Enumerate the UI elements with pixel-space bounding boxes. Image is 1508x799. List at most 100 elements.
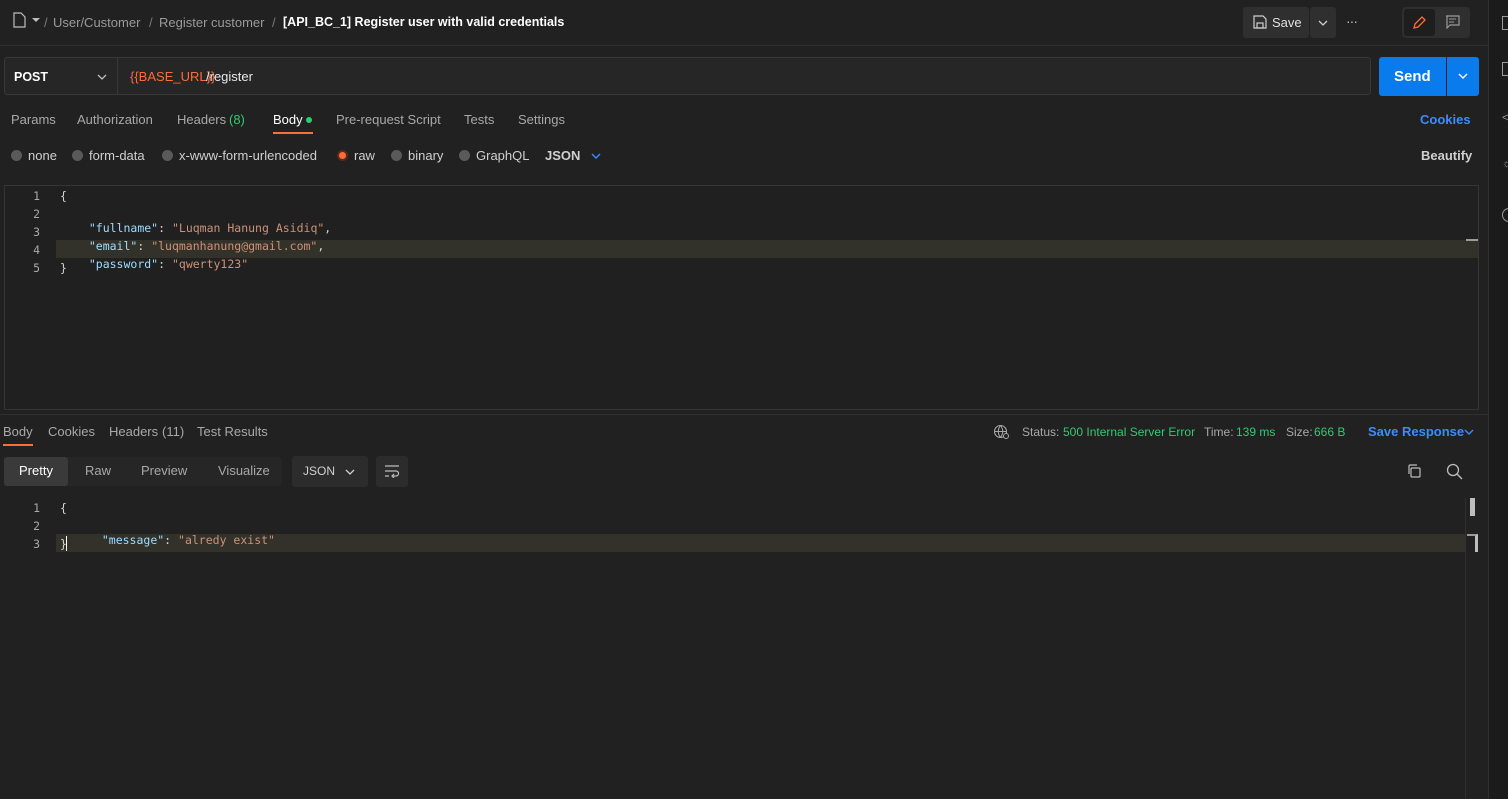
option-urlencoded-label[interactable]: x-www-form-urlencoded xyxy=(179,148,317,163)
body-modified-dot xyxy=(306,117,312,123)
response-format-label: JSON xyxy=(303,464,336,478)
request-title[interactable]: [API_BC_1] Register user with valid cred… xyxy=(283,15,564,29)
send-options-button[interactable] xyxy=(1447,57,1479,96)
line-number: 1 xyxy=(33,501,40,515)
radio-none[interactable] xyxy=(11,150,22,161)
tab-settings[interactable]: Settings xyxy=(518,112,565,127)
json-value: "alredy exist" xyxy=(178,533,275,547)
breadcrumb-collection[interactable]: User/Customer xyxy=(53,15,140,30)
json-open-brace: { xyxy=(60,501,67,515)
option-form-data-label[interactable]: form-data xyxy=(89,148,145,163)
tab-pre-request-script[interactable]: Pre-request Script xyxy=(336,112,441,127)
settings-icon[interactable]: ☼ xyxy=(1502,158,1508,172)
info-icon[interactable] xyxy=(1502,62,1508,76)
option-raw-label[interactable]: raw xyxy=(354,148,375,163)
globe-icon[interactable] xyxy=(993,424,1010,440)
tab-params[interactable]: Params xyxy=(11,112,56,127)
tab-body[interactable]: Body xyxy=(273,112,303,127)
json-close-brace: } xyxy=(60,261,67,275)
collection-request-icon[interactable] xyxy=(12,12,40,28)
view-tab-raw[interactable]: Raw xyxy=(85,463,111,478)
wrap-lines-button[interactable] xyxy=(376,456,408,487)
comment-icon xyxy=(1446,15,1460,29)
response-tab-body[interactable]: Body xyxy=(3,424,33,439)
documentation-icon[interactable] xyxy=(1502,16,1508,30)
wrap-icon xyxy=(385,465,400,478)
text-cursor xyxy=(66,536,67,551)
radio-form-data[interactable] xyxy=(72,150,83,161)
chevron-down-icon xyxy=(1318,20,1328,26)
radio-graphql[interactable] xyxy=(459,150,470,161)
tab-tests[interactable]: Tests xyxy=(464,112,494,127)
json-key: "password" xyxy=(88,257,159,271)
view-tab-preview[interactable]: Preview xyxy=(141,463,187,478)
line-number: 5 xyxy=(33,261,40,275)
method-select[interactable]: POST xyxy=(4,57,118,95)
pane-divider[interactable] xyxy=(0,414,1488,415)
line-number: 3 xyxy=(33,225,40,239)
response-tab-headers[interactable]: Headers xyxy=(109,424,158,439)
json-comma: , xyxy=(317,239,325,253)
send-button[interactable]: Send xyxy=(1379,57,1446,96)
status-value[interactable]: 500 Internal Server Error xyxy=(1063,425,1195,439)
save-label: Save xyxy=(1272,15,1302,30)
edit-mode-button[interactable] xyxy=(1404,9,1435,36)
radio-binary[interactable] xyxy=(391,150,402,161)
chevron-down-icon[interactable] xyxy=(591,152,601,160)
send-label: Send xyxy=(1394,68,1431,85)
tab-authorization[interactable]: Authorization xyxy=(77,112,153,127)
size-value[interactable]: 666 B xyxy=(1314,425,1345,439)
chevron-down-icon[interactable] xyxy=(1464,428,1474,436)
response-format-select[interactable]: JSON xyxy=(292,456,368,487)
more-actions-button[interactable]: ··· xyxy=(1346,10,1374,36)
radio-raw[interactable] xyxy=(337,150,348,161)
json-open-brace: { xyxy=(60,189,67,203)
json-line-password: "password": "qwerty123" xyxy=(88,257,249,271)
code-icon[interactable]: < xyxy=(1502,112,1508,126)
time-label: Time: xyxy=(1204,425,1234,439)
line-number: 3 xyxy=(33,537,40,551)
breadcrumb-separator: / xyxy=(44,15,48,30)
save-button[interactable]: Save xyxy=(1243,7,1309,38)
beautify-button[interactable]: Beautify xyxy=(1421,148,1472,163)
json-comma: , xyxy=(324,221,332,235)
headers-count: (8) xyxy=(229,112,245,127)
line-number: 2 xyxy=(33,207,40,221)
radio-urlencoded[interactable] xyxy=(162,150,173,161)
tab-headers[interactable]: Headers xyxy=(177,112,226,127)
method-label: POST xyxy=(14,70,49,84)
breadcrumb-separator: / xyxy=(272,15,276,30)
chevron-down-icon xyxy=(97,74,107,80)
status-label: Status: xyxy=(1022,425,1060,439)
view-tab-pretty[interactable]: Pretty xyxy=(4,457,68,486)
search-icon[interactable] xyxy=(1446,463,1463,480)
json-value: "qwerty123" xyxy=(171,257,249,271)
view-tab-visualize[interactable]: Visualize xyxy=(218,463,270,478)
copy-icon[interactable] xyxy=(1406,463,1422,479)
breadcrumb-separator: / xyxy=(149,15,153,30)
response-tab-cookies[interactable]: Cookies xyxy=(48,424,95,439)
json-key: "message" xyxy=(101,533,165,547)
chevron-down-icon xyxy=(345,469,355,475)
line-number: 4 xyxy=(33,243,40,257)
pretty-label: Pretty xyxy=(19,463,53,478)
url-input[interactable]: {{BASE_URL}} /register xyxy=(118,57,1371,95)
active-tab-indicator xyxy=(3,444,33,446)
response-tab-test-results[interactable]: Test Results xyxy=(197,424,268,439)
save-icon xyxy=(1253,15,1267,29)
comments-button[interactable] xyxy=(1437,9,1468,36)
save-options-button[interactable] xyxy=(1310,7,1336,38)
save-response-button[interactable]: Save Response xyxy=(1368,424,1464,439)
cookies-link[interactable]: Cookies xyxy=(1420,112,1471,127)
pencil-icon xyxy=(1413,16,1426,29)
scrollbar-thumb[interactable] xyxy=(1470,498,1475,516)
option-none-label[interactable]: none xyxy=(28,148,57,163)
option-graphql-label[interactable]: GraphQL xyxy=(476,148,529,163)
raw-format-select[interactable]: JSON xyxy=(545,148,580,163)
option-binary-label[interactable]: binary xyxy=(408,148,443,163)
breadcrumb-folder[interactable]: Register customer xyxy=(159,15,264,30)
editor-scroll-marker xyxy=(1466,239,1478,241)
url-path: /register xyxy=(206,69,253,84)
time-value[interactable]: 139 ms xyxy=(1236,425,1275,439)
line-number: 2 xyxy=(33,519,40,533)
